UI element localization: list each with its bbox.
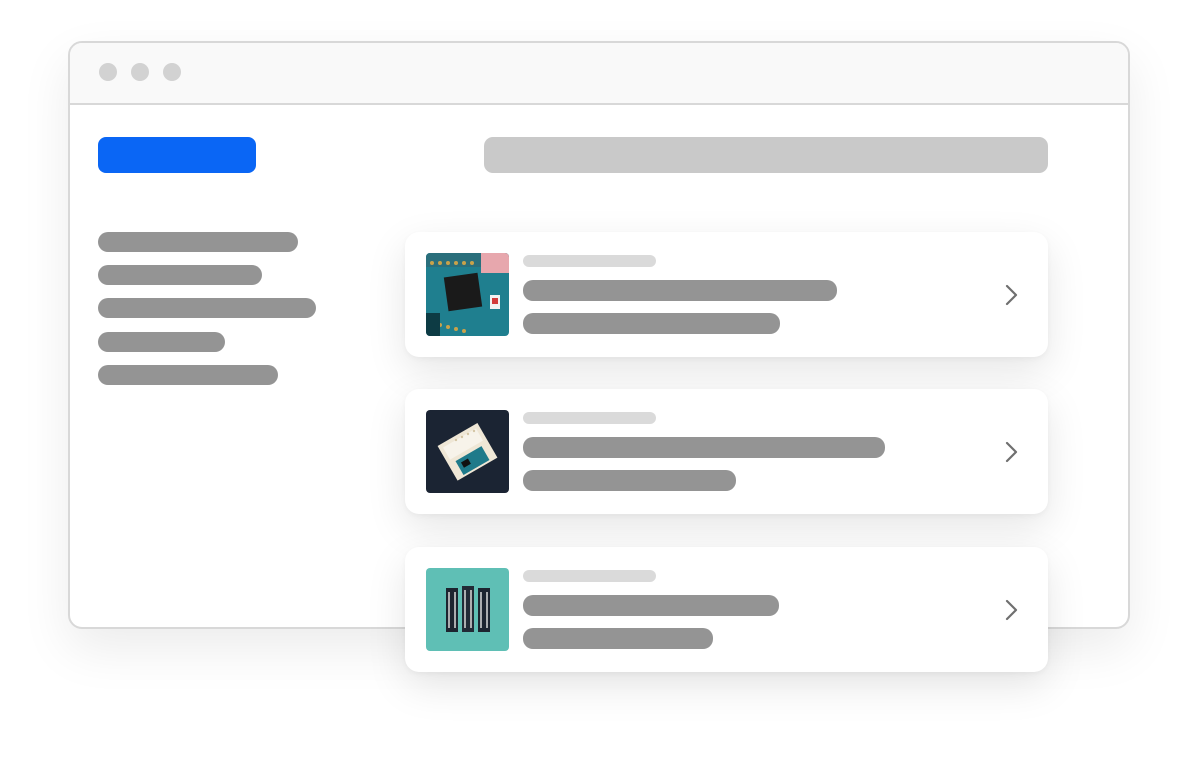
- arduino-uno-breadboard-thumbnail: [426, 410, 509, 493]
- search-bar[interactable]: [484, 137, 1048, 173]
- sidebar-item-5[interactable]: [98, 365, 278, 385]
- maximize-dot[interactable]: [163, 63, 181, 81]
- microcontroller-boards-thumbnail: [426, 568, 509, 651]
- list-card[interactable]: [405, 547, 1048, 672]
- sidebar-item-4[interactable]: [98, 332, 225, 352]
- sidebar-item-3[interactable]: [98, 298, 316, 318]
- card-subtitle-placeholder: [523, 313, 780, 334]
- chevron-right-icon[interactable]: [1001, 597, 1021, 623]
- chevron-right-icon[interactable]: [1001, 282, 1021, 308]
- card-subtitle-placeholder: [523, 628, 713, 649]
- card-title-placeholder: [523, 595, 779, 616]
- list-card[interactable]: [405, 232, 1048, 357]
- sidebar-item-1[interactable]: [98, 232, 298, 252]
- arduino-nano-thumbnail: [426, 253, 509, 336]
- title-bar: [70, 43, 1128, 105]
- primary-button[interactable]: [98, 137, 256, 173]
- card-title-placeholder: [523, 437, 885, 458]
- sidebar-item-2[interactable]: [98, 265, 262, 285]
- card-meta-placeholder: [523, 570, 656, 582]
- list-card[interactable]: [405, 389, 1048, 514]
- card-meta-placeholder: [523, 412, 656, 424]
- card-title-placeholder: [523, 280, 837, 301]
- close-dot[interactable]: [99, 63, 117, 81]
- minimize-dot[interactable]: [131, 63, 149, 81]
- chevron-right-icon[interactable]: [1001, 439, 1021, 465]
- card-meta-placeholder: [523, 255, 656, 267]
- card-subtitle-placeholder: [523, 470, 736, 491]
